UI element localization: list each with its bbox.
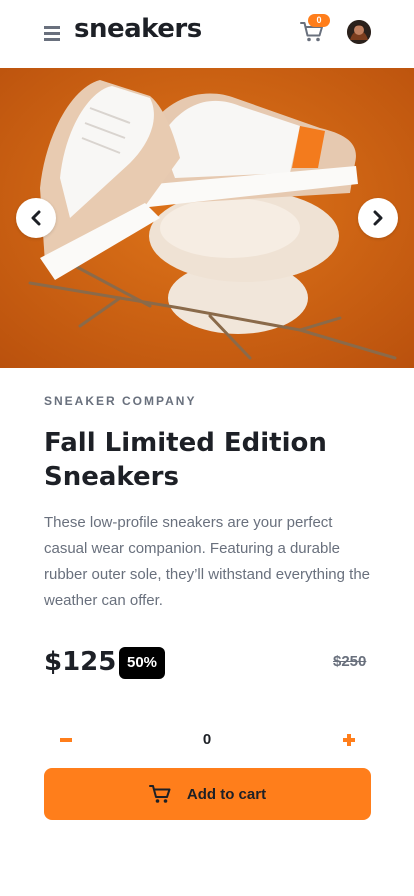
quantity-value: 0 <box>202 731 212 748</box>
top-bar: sneakers 0 <box>0 0 414 68</box>
add-to-cart-button[interactable]: Add to cart <box>44 768 371 820</box>
company-name: SNEAKER COMPANY <box>44 394 197 408</box>
discount-badge: 50% <box>119 647 166 679</box>
chevron-left-icon <box>31 210 41 226</box>
product-image <box>0 68 414 368</box>
original-price: $250 <box>333 653 367 670</box>
cart-icon <box>148 785 171 803</box>
cart-count-badge: 0 <box>308 14 330 27</box>
product-title: Fall Limited Edition Sneakers <box>44 428 327 492</box>
decrease-quantity-button[interactable] <box>56 730 76 750</box>
avatar[interactable] <box>347 20 371 44</box>
logo[interactable]: sneakers <box>74 14 202 44</box>
chevron-right-icon <box>373 210 383 226</box>
previous-image-button[interactable] <box>16 198 56 238</box>
product-description: These low-profile sneakers are your perf… <box>44 514 371 609</box>
current-price: $125 <box>44 647 117 677</box>
increase-quantity-button[interactable] <box>339 730 359 750</box>
menu-icon[interactable] <box>44 26 60 41</box>
plus-icon <box>343 734 355 746</box>
add-to-cart-label: Add to cart <box>186 785 267 803</box>
minus-icon <box>60 738 72 742</box>
next-image-button[interactable] <box>358 198 398 238</box>
